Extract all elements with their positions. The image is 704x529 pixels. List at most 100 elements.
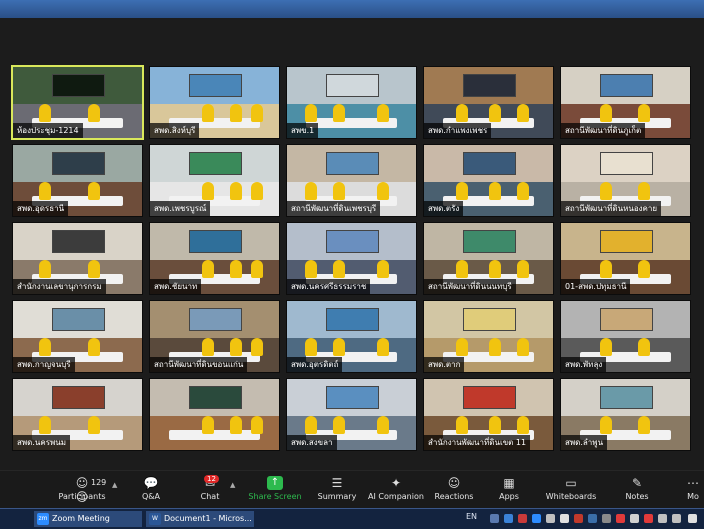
room-display-screen <box>188 308 243 332</box>
bluetooth-icon[interactable] <box>504 514 513 523</box>
more-button[interactable]: ⋯ Mo <box>682 474 704 508</box>
participant-figure <box>638 416 651 435</box>
video-tile[interactable]: สพด.ชัยนาท <box>149 222 280 295</box>
video-tile[interactable]: สพด.นครศรีธรรมราช <box>286 222 417 295</box>
video-tile[interactable]: สพด.ตรัง <box>423 144 554 217</box>
video-tile[interactable]: สพด.ลำพูน <box>560 378 691 451</box>
tile-name-label: สำนักงานเลขานุการกรม <box>13 279 106 294</box>
room-display-screen <box>51 308 106 332</box>
video-tile[interactable]: สพด.เพชรบูรณ์ <box>149 144 280 217</box>
video-tile[interactable]: สพด.กำแพงเพชร <box>423 66 554 139</box>
reactions-button[interactable]: ☺ Reactions <box>434 474 474 508</box>
tray-app-icon[interactable] <box>560 514 569 523</box>
participant-figure <box>456 104 469 123</box>
participants-caret-icon[interactable]: ▲ <box>112 481 117 489</box>
video-tile[interactable]: สถานีพัฒนาที่ดินขอนแก่น <box>149 300 280 373</box>
participant-figure <box>305 260 318 279</box>
chat-label: Chat <box>200 492 220 501</box>
video-gallery: ห้องประชุม-1214 สพด.สิงห์บุรี สพข.1 สพด.กำแ… <box>11 65 692 456</box>
tile-name-label: สำนักงานพัฒนาที่ดินเขต 11 <box>424 435 531 450</box>
tray-app-icon[interactable] <box>644 514 653 523</box>
room-display-screen <box>188 386 243 410</box>
video-tile[interactable]: สถานีพัฒนาที่ดินนนทบุรี <box>423 222 554 295</box>
participant-figure <box>201 338 214 357</box>
video-tile[interactable]: สพด.พัทลุง <box>560 300 691 373</box>
participants-label: Participants <box>58 492 106 501</box>
qa-button[interactable]: 💬 Q&A <box>134 474 168 508</box>
zoom-tray-icon[interactable] <box>532 514 541 523</box>
tray-app-icon[interactable] <box>688 514 697 523</box>
room-display-screen <box>51 230 106 254</box>
video-tile[interactable]: สพด.สิงห์บุรี <box>149 66 280 139</box>
notes-button[interactable]: ✎ Notes <box>622 474 652 508</box>
tray-app-icon[interactable] <box>658 514 667 523</box>
video-tile[interactable]: สพด.สงขลา <box>286 378 417 451</box>
apps-button[interactable]: ▦ Apps <box>494 474 524 508</box>
room-display-screen <box>188 230 243 254</box>
video-tile[interactable]: สพด.อุดรธานี <box>12 144 143 217</box>
video-tile[interactable]: สพด.นครพนม <box>12 378 143 451</box>
participant-figure <box>599 182 612 201</box>
room-display-screen <box>51 152 106 176</box>
taskbar-zoom-meeting[interactable]: zm Zoom Meeting <box>34 511 142 527</box>
participant-figure <box>377 338 390 357</box>
tray-app-icon[interactable] <box>616 514 625 523</box>
tray-app-icon[interactable] <box>672 514 681 523</box>
video-tile[interactable]: สถานีพัฒนาที่ดินภูเก็ต <box>560 66 691 139</box>
video-tile[interactable]: สพด.กาญจนบุรี <box>12 300 143 373</box>
whiteboards-button[interactable]: ▭ Whiteboards <box>544 474 598 508</box>
video-tile[interactable]: สพข.1 <box>286 66 417 139</box>
room-display-screen <box>325 152 380 176</box>
summary-label: Summary <box>317 492 357 501</box>
antivirus-icon[interactable] <box>518 514 527 523</box>
tile-name-label: สถานีพัฒนาที่ดินนนทบุรี <box>424 279 516 294</box>
ai-companion-button[interactable]: ✦ AI Companion <box>368 474 424 508</box>
video-tile[interactable]: สำนักงานพัฒนาที่ดินเขต 11 <box>423 378 554 451</box>
video-tile[interactable]: 01-สพด.ปทุมธานี <box>560 222 691 295</box>
participants-button[interactable]: ☺☺ 129 Participants <box>56 474 108 508</box>
chat-button[interactable]: ✉ 12 Chat <box>192 474 228 508</box>
participant-figure <box>377 104 390 123</box>
input-language[interactable]: EN <box>466 512 477 521</box>
participant-figure <box>305 338 318 357</box>
participant-figure <box>456 260 469 279</box>
tray-app-icon[interactable] <box>630 514 639 523</box>
sparkle-icon: ✦ <box>390 476 402 490</box>
participant-figure <box>38 104 51 123</box>
tray-app-icon[interactable] <box>602 514 611 523</box>
apps-label: Apps <box>499 492 519 501</box>
video-tile[interactable]: สพด.อุตรดิตถ์ <box>286 300 417 373</box>
participant-figure <box>333 260 346 279</box>
tile-name-label: สพด.ตรัง <box>424 201 464 216</box>
participant-figure <box>377 260 390 279</box>
share-screen-label: Share Screen <box>248 492 302 501</box>
video-tile[interactable]: สพด.ตาก <box>423 300 554 373</box>
tray-app-icon[interactable] <box>546 514 555 523</box>
video-tile[interactable]: สถานีพัฒนาที่ดินเพชรบุรี <box>286 144 417 217</box>
tray-app-icon[interactable] <box>574 514 583 523</box>
reactions-label: Reactions <box>434 492 474 501</box>
chat-caret-icon[interactable]: ▲ <box>230 481 235 489</box>
tile-name-label: สพข.1 <box>287 123 319 138</box>
tile-name-label: สพด.กาญจนบุรี <box>13 357 75 372</box>
taskbar-word-document[interactable]: W Document1 - Micros... <box>146 511 254 527</box>
room-display-screen <box>599 74 654 98</box>
participant-figure <box>87 416 100 435</box>
video-tile[interactable]: สำนักงานเลขานุการกรม <box>12 222 143 295</box>
video-tile[interactable] <box>149 378 280 451</box>
participant-figure <box>201 104 214 123</box>
tile-name-label: สถานีพัฒนาที่ดินเพชรบุรี <box>287 201 381 216</box>
participant-figure <box>229 104 242 123</box>
more-label: Mo <box>687 492 699 501</box>
participant-figure <box>87 338 100 357</box>
share-screen-button[interactable]: ↑ Share Screen <box>248 474 302 508</box>
participant-figure <box>516 104 529 123</box>
tray-arrow-icon[interactable] <box>490 514 499 523</box>
video-tile[interactable]: ห้องประชุม-1214 <box>11 65 144 140</box>
room-display-screen <box>325 230 380 254</box>
video-tile[interactable]: สถานีพัฒนาที่ดินหนองคาย <box>560 144 691 217</box>
summary-button[interactable]: ☰ Summary <box>316 474 358 508</box>
participant-figure <box>38 416 51 435</box>
tray-app-icon[interactable] <box>588 514 597 523</box>
participant-figure <box>305 182 318 201</box>
